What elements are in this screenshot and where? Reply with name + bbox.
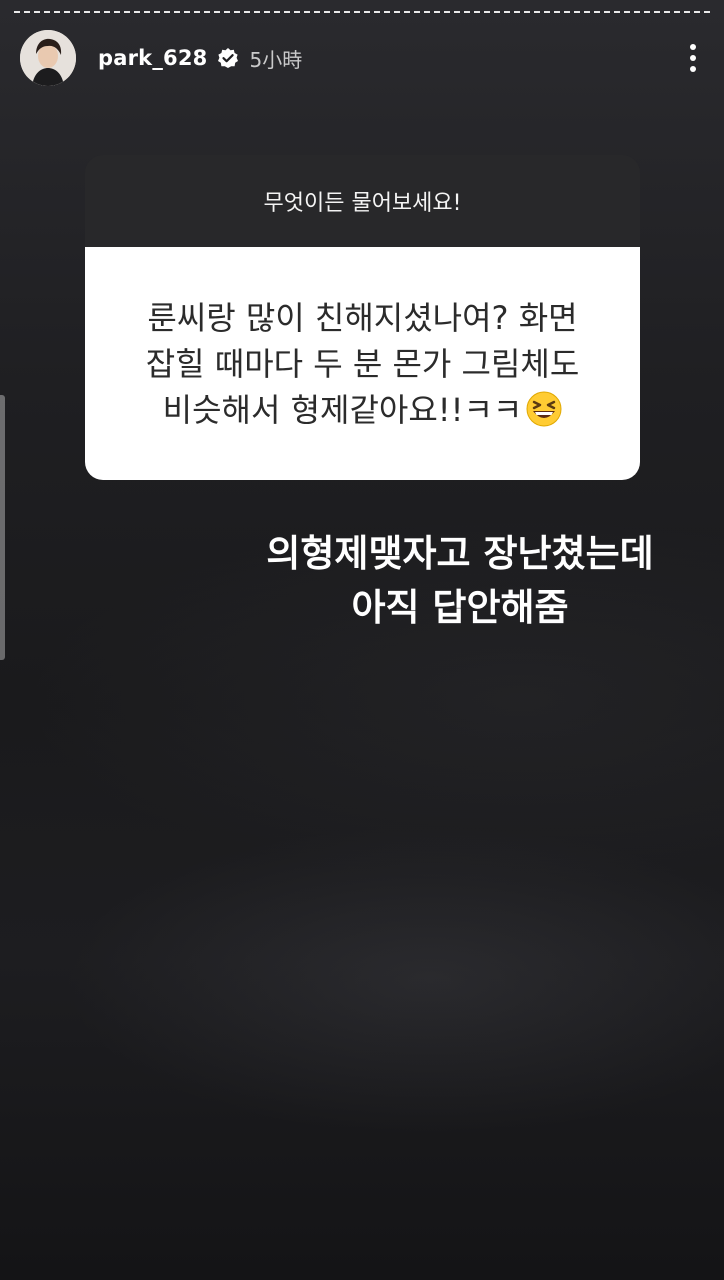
- side-edge-indicator: [0, 395, 5, 660]
- avatar[interactable]: [20, 30, 76, 86]
- question-prompt: 무엇이든 물어보세요!: [85, 155, 640, 247]
- question-text-wrap: 룬씨랑 많이 친해지셨나여? 화면 잡힐 때마다 두 분 몬가 그림체도 비슷해…: [146, 295, 580, 433]
- grinning-squinting-face-icon: [526, 391, 562, 427]
- story-header: park_628 5小時: [20, 28, 704, 88]
- more-vertical-icon[interactable]: [682, 40, 704, 76]
- progress-segment: [14, 10, 710, 13]
- question-sticker[interactable]: 무엇이든 물어보세요! 룬씨랑 많이 친해지셨나여? 화면 잡힐 때마다 두 분…: [85, 155, 640, 480]
- user-avatar-icon: [20, 30, 76, 86]
- verified-badge-icon: [217, 47, 239, 69]
- question-text: 룬씨랑 많이 친해지셨나여? 화면 잡힐 때마다 두 분 몬가 그림체도 비슷해…: [145, 298, 580, 429]
- story-viewer[interactable]: park_628 5小時 무엇이든 물어보세요! 룬씨랑 많이 친해지셨나여? …: [0, 0, 724, 1280]
- username[interactable]: park_628: [98, 46, 207, 70]
- post-time: 5小時: [249, 47, 303, 72]
- story-answer-text: 의형제맺자고 장난쳤는데 아직 답안해줌: [266, 532, 654, 629]
- story-progress-bar: [14, 10, 710, 13]
- question-body: 룬씨랑 많이 친해지셨나여? 화면 잡힐 때마다 두 분 몬가 그림체도 비슷해…: [85, 247, 640, 480]
